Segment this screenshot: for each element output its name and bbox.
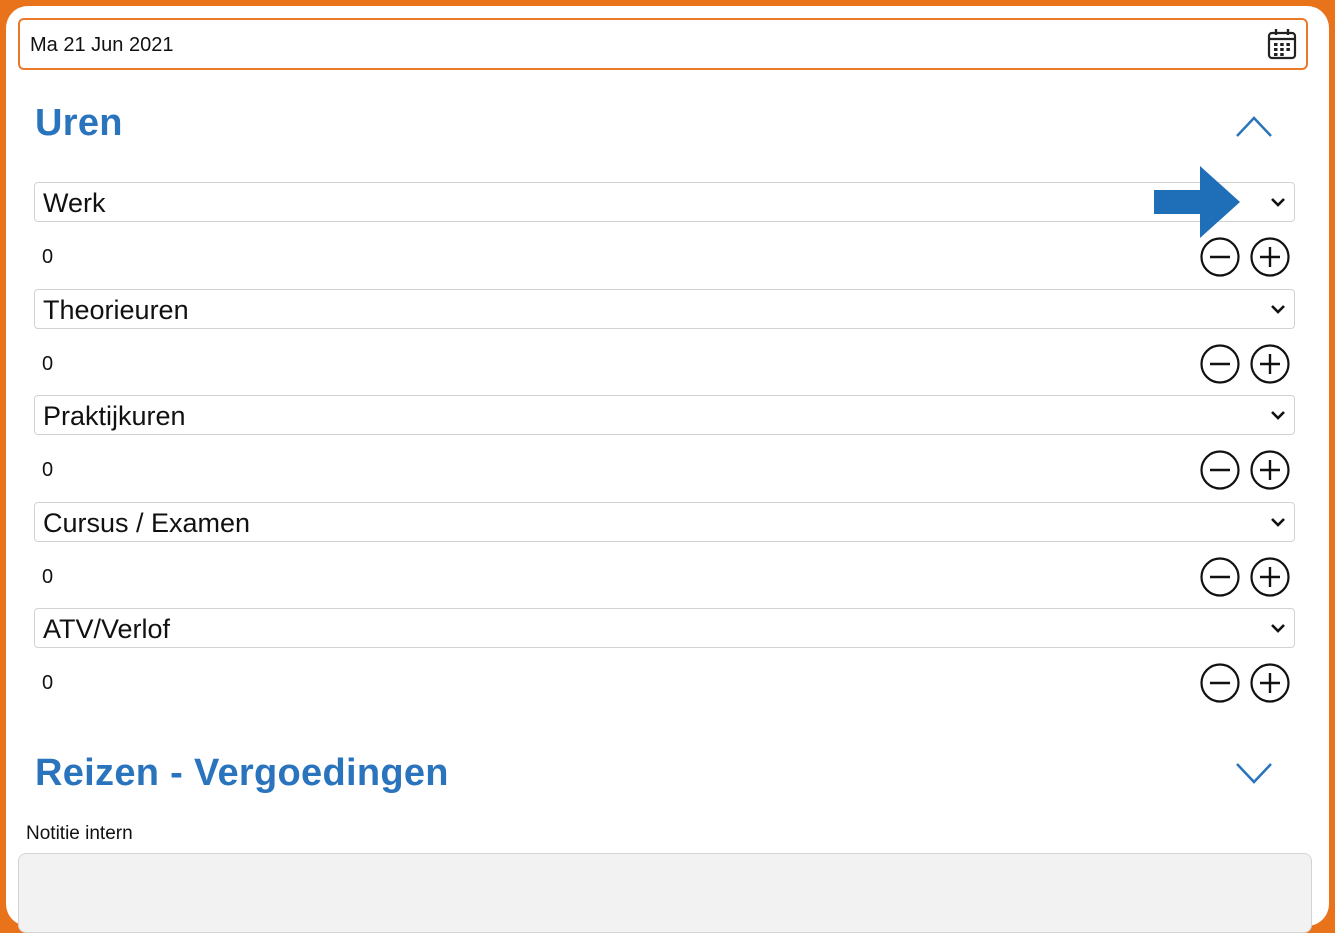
chevron-down-icon — [1271, 198, 1285, 207]
arrow-right-icon — [1154, 166, 1240, 238]
hours-value: 0 — [42, 566, 54, 588]
category-select[interactable]: Cursus / Examen — [34, 502, 1295, 542]
category-select-label: Praktijkuren — [43, 401, 186, 431]
category-select[interactable]: ATV/Verlof — [34, 608, 1295, 648]
minus-circle-icon[interactable] — [1199, 236, 1241, 278]
plus-circle-icon[interactable] — [1249, 236, 1291, 278]
calendar-icon[interactable] — [1266, 27, 1298, 61]
chevron-down-icon[interactable] — [1235, 762, 1273, 786]
chevron-down-icon — [1271, 624, 1285, 633]
minus-circle-icon[interactable] — [1199, 449, 1241, 491]
hours-value: 0 — [42, 246, 54, 268]
date-value: Ma 21 Jun 2021 — [30, 34, 174, 56]
minus-circle-icon[interactable] — [1199, 556, 1241, 598]
category-select[interactable]: Werk — [34, 182, 1295, 222]
category-select-label: Werk — [43, 188, 106, 218]
category-select[interactable]: Praktijkuren — [34, 395, 1295, 435]
plus-circle-icon[interactable] — [1249, 343, 1291, 385]
notitie-label: Notitie intern — [26, 823, 133, 844]
hours-value: 0 — [42, 353, 54, 375]
chevron-down-icon — [1271, 518, 1285, 527]
plus-circle-icon[interactable] — [1249, 556, 1291, 598]
hours-value: 0 — [42, 672, 54, 694]
date-field[interactable]: Ma 21 Jun 2021 — [18, 18, 1308, 70]
chevron-up-icon[interactable] — [1235, 114, 1273, 138]
minus-circle-icon[interactable] — [1199, 343, 1241, 385]
category-select[interactable]: Theorieuren — [34, 289, 1295, 329]
notitie-textarea[interactable] — [18, 853, 1312, 933]
category-select-label: ATV/Verlof — [43, 614, 171, 644]
plus-circle-icon[interactable] — [1249, 449, 1291, 491]
chevron-down-icon — [1271, 411, 1285, 420]
minus-circle-icon[interactable] — [1199, 662, 1241, 704]
category-select-label: Theorieuren — [43, 295, 189, 325]
category-select-label: Cursus / Examen — [43, 508, 251, 538]
hours-value: 0 — [42, 459, 54, 481]
uren-section-title: Uren — [35, 102, 123, 144]
reizen-section-title: Reizen - Vergoedingen — [35, 752, 449, 794]
plus-circle-icon[interactable] — [1249, 662, 1291, 704]
chevron-down-icon — [1271, 305, 1285, 314]
